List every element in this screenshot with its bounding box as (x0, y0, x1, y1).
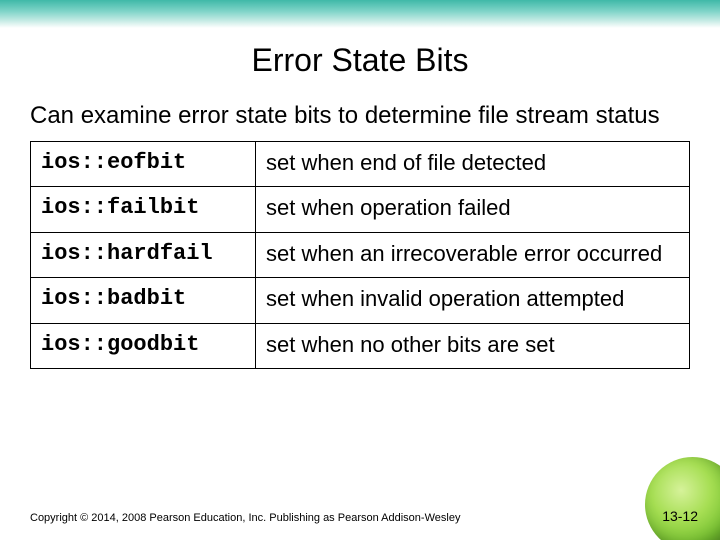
table-row: ios::badbit set when invalid operation a… (31, 278, 690, 323)
bit-desc: set when invalid operation attempted (256, 278, 690, 323)
bit-desc: set when operation failed (256, 187, 690, 232)
header-gradient (0, 0, 720, 28)
page-title: Error State Bits (0, 42, 720, 79)
bit-name: ios::hardfail (31, 232, 256, 277)
table-row: ios::hardfail set when an irrecoverable … (31, 232, 690, 277)
slide-number: 13-12 (662, 508, 698, 524)
bit-name: ios::failbit (31, 187, 256, 232)
bit-name: ios::goodbit (31, 323, 256, 368)
table-row: ios::goodbit set when no other bits are … (31, 323, 690, 368)
bit-desc: set when no other bits are set (256, 323, 690, 368)
bit-desc: set when end of file detected (256, 142, 690, 187)
table-row: ios::failbit set when operation failed (31, 187, 690, 232)
error-bits-table: ios::eofbit set when end of file detecte… (30, 141, 690, 369)
bit-name: ios::badbit (31, 278, 256, 323)
copyright-footer: Copyright © 2014, 2008 Pearson Education… (30, 512, 460, 524)
bit-name: ios::eofbit (31, 142, 256, 187)
bit-desc: set when an irrecoverable error occurred (256, 232, 690, 277)
intro-text: Can examine error state bits to determin… (30, 101, 690, 131)
table-row: ios::eofbit set when end of file detecte… (31, 142, 690, 187)
lime-decor-icon (645, 457, 720, 540)
